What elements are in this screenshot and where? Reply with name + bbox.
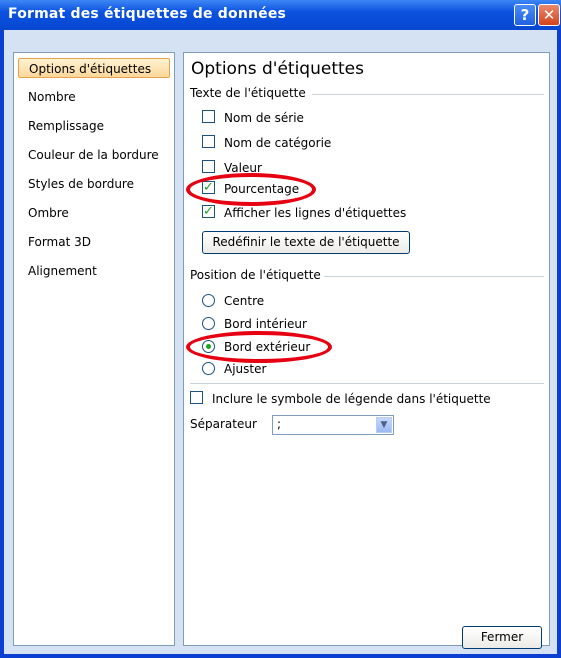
- reset-label-text-button[interactable]: Redéfinir le texte de l'étiquette: [202, 231, 410, 254]
- nav-item-number[interactable]: Nombre: [28, 87, 76, 107]
- nav-item-border-color[interactable]: Couleur de la bordure: [28, 145, 159, 165]
- nav-item-alignment[interactable]: Alignement: [28, 261, 97, 281]
- separator-value: ;: [277, 417, 282, 431]
- checkbox-label: Afficher les lignes d'étiquettes: [224, 206, 407, 220]
- checkbox-label: Pourcentage: [224, 182, 300, 196]
- nav-item-label-options[interactable]: Options d'étiquettes: [18, 58, 170, 78]
- checkbox-label: Valeur: [224, 161, 262, 175]
- dialog-body: Options d'étiquettes Nombre Remplissage …: [4, 30, 557, 654]
- label-text-section-header: Texte de l'étiquette: [190, 86, 306, 100]
- radio-button[interactable]: [202, 294, 215, 307]
- help-button[interactable]: ?: [514, 4, 536, 26]
- checkbox-box[interactable]: [202, 135, 215, 148]
- nav-item-border-styles[interactable]: Styles de bordure: [28, 174, 134, 194]
- radio-button[interactable]: [202, 340, 215, 353]
- panel-title: Options d'étiquettes: [191, 59, 364, 79]
- checkmark-icon: ✓: [203, 180, 214, 195]
- label-position-section-header: Position de l'étiquette: [190, 268, 321, 282]
- separator-select[interactable]: ; ▼: [272, 415, 394, 435]
- radio-label: Centre: [224, 294, 265, 308]
- checkbox-box[interactable]: ✓: [202, 204, 215, 219]
- radio-label: Bord extérieur: [224, 340, 311, 354]
- section-divider: [324, 276, 544, 277]
- section-divider: [312, 94, 544, 95]
- chevron-down-icon[interactable]: ▼: [376, 417, 392, 433]
- checkbox-label: Inclure le symbole de légende dans l'éti…: [212, 392, 491, 406]
- checkbox-box[interactable]: [202, 160, 215, 173]
- checkbox-box[interactable]: ✓: [202, 180, 215, 195]
- radio-button[interactable]: [202, 362, 215, 375]
- nav-item-shadow[interactable]: Ombre: [28, 203, 69, 223]
- options-panel: Options d'étiquettes Texte de l'étiquett…: [183, 52, 550, 646]
- close-button[interactable]: Fermer: [462, 626, 542, 649]
- radio-button[interactable]: [202, 317, 215, 330]
- checkbox-box[interactable]: [202, 110, 215, 123]
- radio-label: Ajuster: [224, 362, 267, 376]
- dialog-window: Format des étiquettes de données ? ✕ Opt…: [0, 0, 561, 658]
- nav-item-3d-format[interactable]: Format 3D: [28, 232, 91, 252]
- radio-selected-dot: [206, 344, 211, 349]
- checkbox-box[interactable]: [190, 391, 203, 404]
- nav-item-fill[interactable]: Remplissage: [28, 116, 104, 136]
- separator-label: Séparateur: [190, 417, 257, 431]
- checkmark-icon: ✓: [203, 204, 214, 219]
- checkbox-label: Nom de catégorie: [224, 136, 332, 150]
- category-nav: Options d'étiquettes Nombre Remplissage …: [13, 52, 175, 646]
- section-divider: [190, 383, 544, 384]
- dialog-title: Format des étiquettes de données: [8, 6, 287, 22]
- title-bar[interactable]: Format des étiquettes de données ? ✕: [0, 0, 561, 30]
- close-window-button[interactable]: ✕: [538, 4, 560, 26]
- checkbox-label: Nom de série: [224, 111, 304, 125]
- radio-label: Bord intérieur: [224, 317, 307, 331]
